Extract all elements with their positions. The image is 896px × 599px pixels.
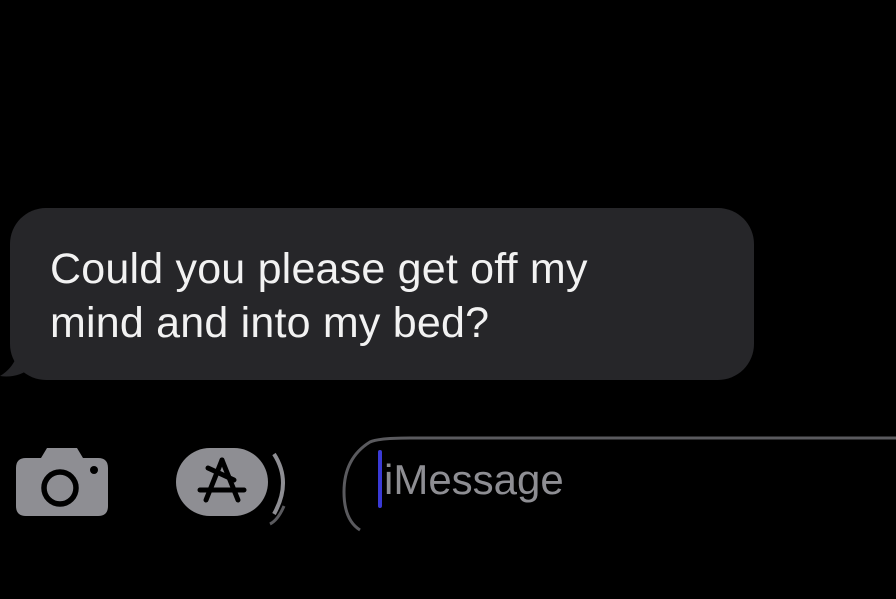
- app-store-icon: [176, 448, 286, 526]
- message-thread: Could you please get off my mind and int…: [0, 0, 896, 420]
- camera-icon: [16, 448, 108, 516]
- message-input[interactable]: iMessage: [378, 450, 888, 510]
- apps-button[interactable]: [174, 446, 298, 530]
- incoming-message-bubble[interactable]: Could you please get off my mind and int…: [10, 208, 754, 380]
- message-input-placeholder: iMessage: [384, 456, 564, 503]
- camera-button[interactable]: [14, 442, 110, 518]
- message-composer: iMessage: [0, 410, 896, 599]
- message-text-line-1: Could you please get off my: [50, 245, 588, 293]
- text-cursor: [378, 450, 382, 508]
- message-text-line-2: mind and into my bed?: [50, 299, 490, 347]
